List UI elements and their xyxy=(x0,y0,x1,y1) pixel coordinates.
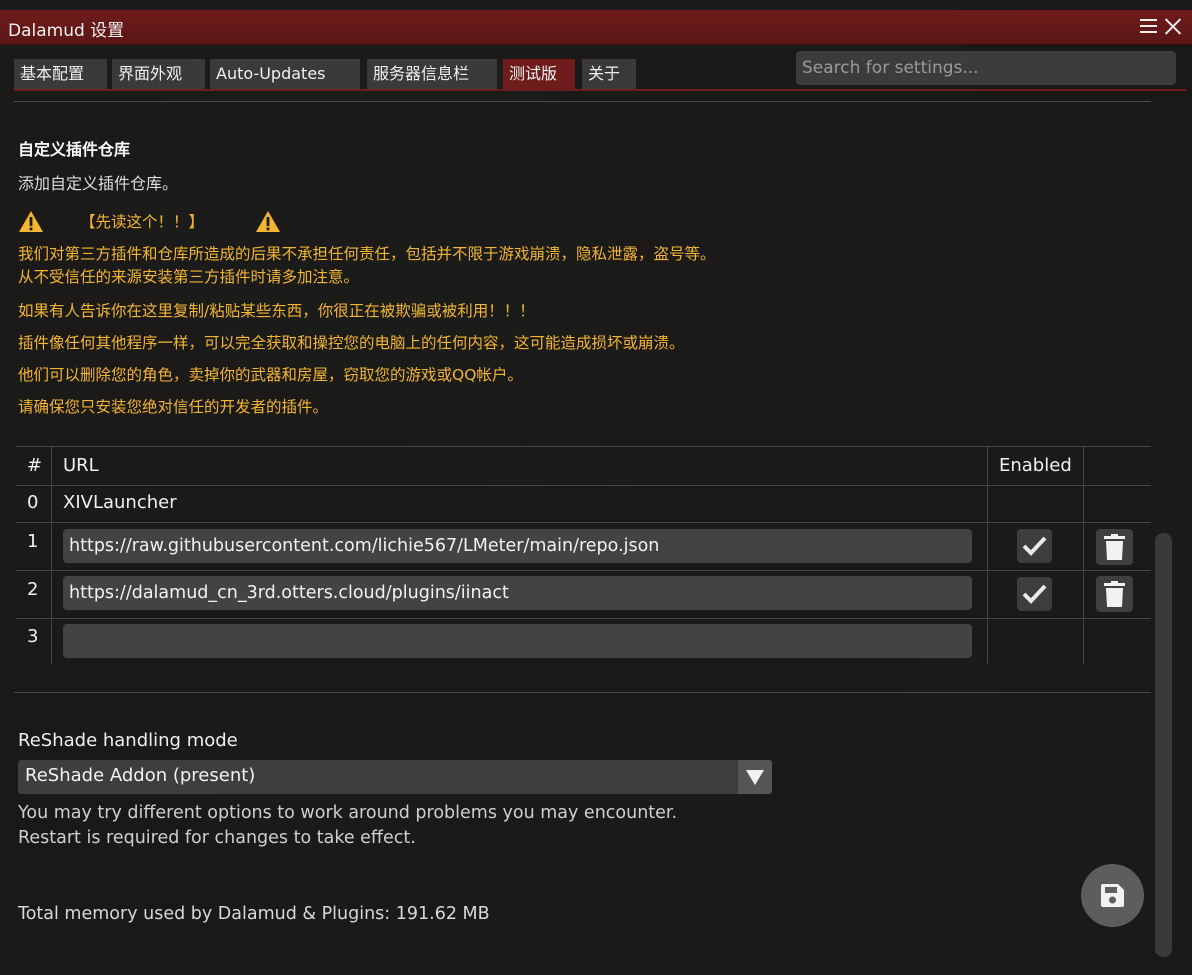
chevron-down-icon[interactable] xyxy=(738,760,772,794)
repo-url-input[interactable] xyxy=(63,576,972,610)
row-index: 2 xyxy=(27,579,39,600)
reshade-label: ReShade handling mode xyxy=(18,730,238,751)
row-index: 1 xyxy=(27,531,39,552)
warning-icon xyxy=(255,210,281,233)
window-title: Dalamud 设置 xyxy=(8,21,125,41)
settings-window: Dalamud 设置 基本配置 界面外观 Auto-Updates 服务器信息栏… xyxy=(0,0,1192,975)
check-icon xyxy=(1022,584,1047,604)
save-button[interactable] xyxy=(1081,864,1144,927)
tab-underline xyxy=(14,89,1186,91)
table-border xyxy=(16,446,1151,447)
table-border xyxy=(16,485,1151,486)
tab-basic[interactable]: 基本配置 xyxy=(14,59,107,89)
section-description: 添加自定义插件仓库。 xyxy=(18,174,179,193)
check-icon xyxy=(1022,536,1047,556)
reshade-hint: You may try different options to work ar… xyxy=(18,803,678,823)
divider xyxy=(14,101,1151,102)
close-icon[interactable] xyxy=(1162,14,1184,38)
tab-about[interactable]: 关于 xyxy=(582,59,636,89)
row-index: 0 xyxy=(27,492,39,513)
warning-line: 请确保您只安装您绝对信任的开发者的插件。 xyxy=(18,398,329,416)
repo-url-input[interactable] xyxy=(63,529,972,563)
tab-appearance[interactable]: 界面外观 xyxy=(112,59,205,89)
trash-icon xyxy=(1104,534,1125,560)
search-input[interactable] xyxy=(796,51,1176,85)
warning-header: 【先读这个！！】 xyxy=(80,213,205,231)
table-border xyxy=(987,446,988,664)
new-repo-url-input[interactable] xyxy=(63,624,972,658)
table-border xyxy=(16,522,1151,523)
table-border xyxy=(51,446,52,664)
reshade-mode-select[interactable]: ReShade Addon (present) xyxy=(18,760,772,794)
section-title: 自定义插件仓库 xyxy=(18,140,131,159)
scrollbar[interactable] xyxy=(1155,533,1172,957)
tab-auto-updates[interactable]: Auto-Updates xyxy=(210,59,360,89)
column-header-index: # xyxy=(27,455,43,476)
tab-server-info-bar[interactable]: 服务器信息栏 xyxy=(367,59,497,89)
save-icon xyxy=(1101,884,1124,907)
reshade-mode-value: ReShade Addon (present) xyxy=(25,765,256,786)
table-border xyxy=(1083,446,1084,664)
column-header-url: URL xyxy=(63,455,99,476)
warning-line: 我们对第三方插件和仓库所造成的后果不承担任何责任，包括并不限于游戏崩溃，隐私泄露… xyxy=(18,245,716,263)
title-bar[interactable]: Dalamud 设置 xyxy=(0,10,1192,45)
warning-line: 从不受信任的来源安装第三方插件时请多加注意。 xyxy=(18,268,360,286)
menu-icon[interactable] xyxy=(1138,14,1160,38)
enabled-checkbox[interactable] xyxy=(1017,529,1052,563)
reshade-hint: Restart is required for changes to take … xyxy=(18,828,416,848)
warning-icon xyxy=(18,210,44,233)
warning-line: 插件像任何其他程序一样，可以完全获取和操控您的电脑上的任何内容，这可能造成损坏或… xyxy=(18,334,685,352)
warning-line: 如果有人告诉你在这里复制/粘贴某些东西，你很正在被欺骗或被利用！！！ xyxy=(18,302,535,320)
trash-icon xyxy=(1104,581,1125,607)
row-index: 3 xyxy=(27,626,39,647)
table-border xyxy=(16,570,1151,571)
repo-name: XIVLauncher xyxy=(63,492,177,513)
delete-repo-button[interactable] xyxy=(1096,529,1133,565)
memory-usage: Total memory used by Dalamud & Plugins: … xyxy=(18,904,490,924)
column-header-enabled: Enabled xyxy=(999,455,1072,476)
table-border xyxy=(16,618,1151,619)
warning-line: 他们可以删除您的角色，卖掉你的武器和房屋，窃取您的游戏或QQ帐户。 xyxy=(18,366,523,384)
divider xyxy=(14,692,1151,693)
tab-testing[interactable]: 测试版 xyxy=(503,59,575,89)
enabled-checkbox[interactable] xyxy=(1017,577,1052,611)
delete-repo-button[interactable] xyxy=(1096,576,1133,612)
